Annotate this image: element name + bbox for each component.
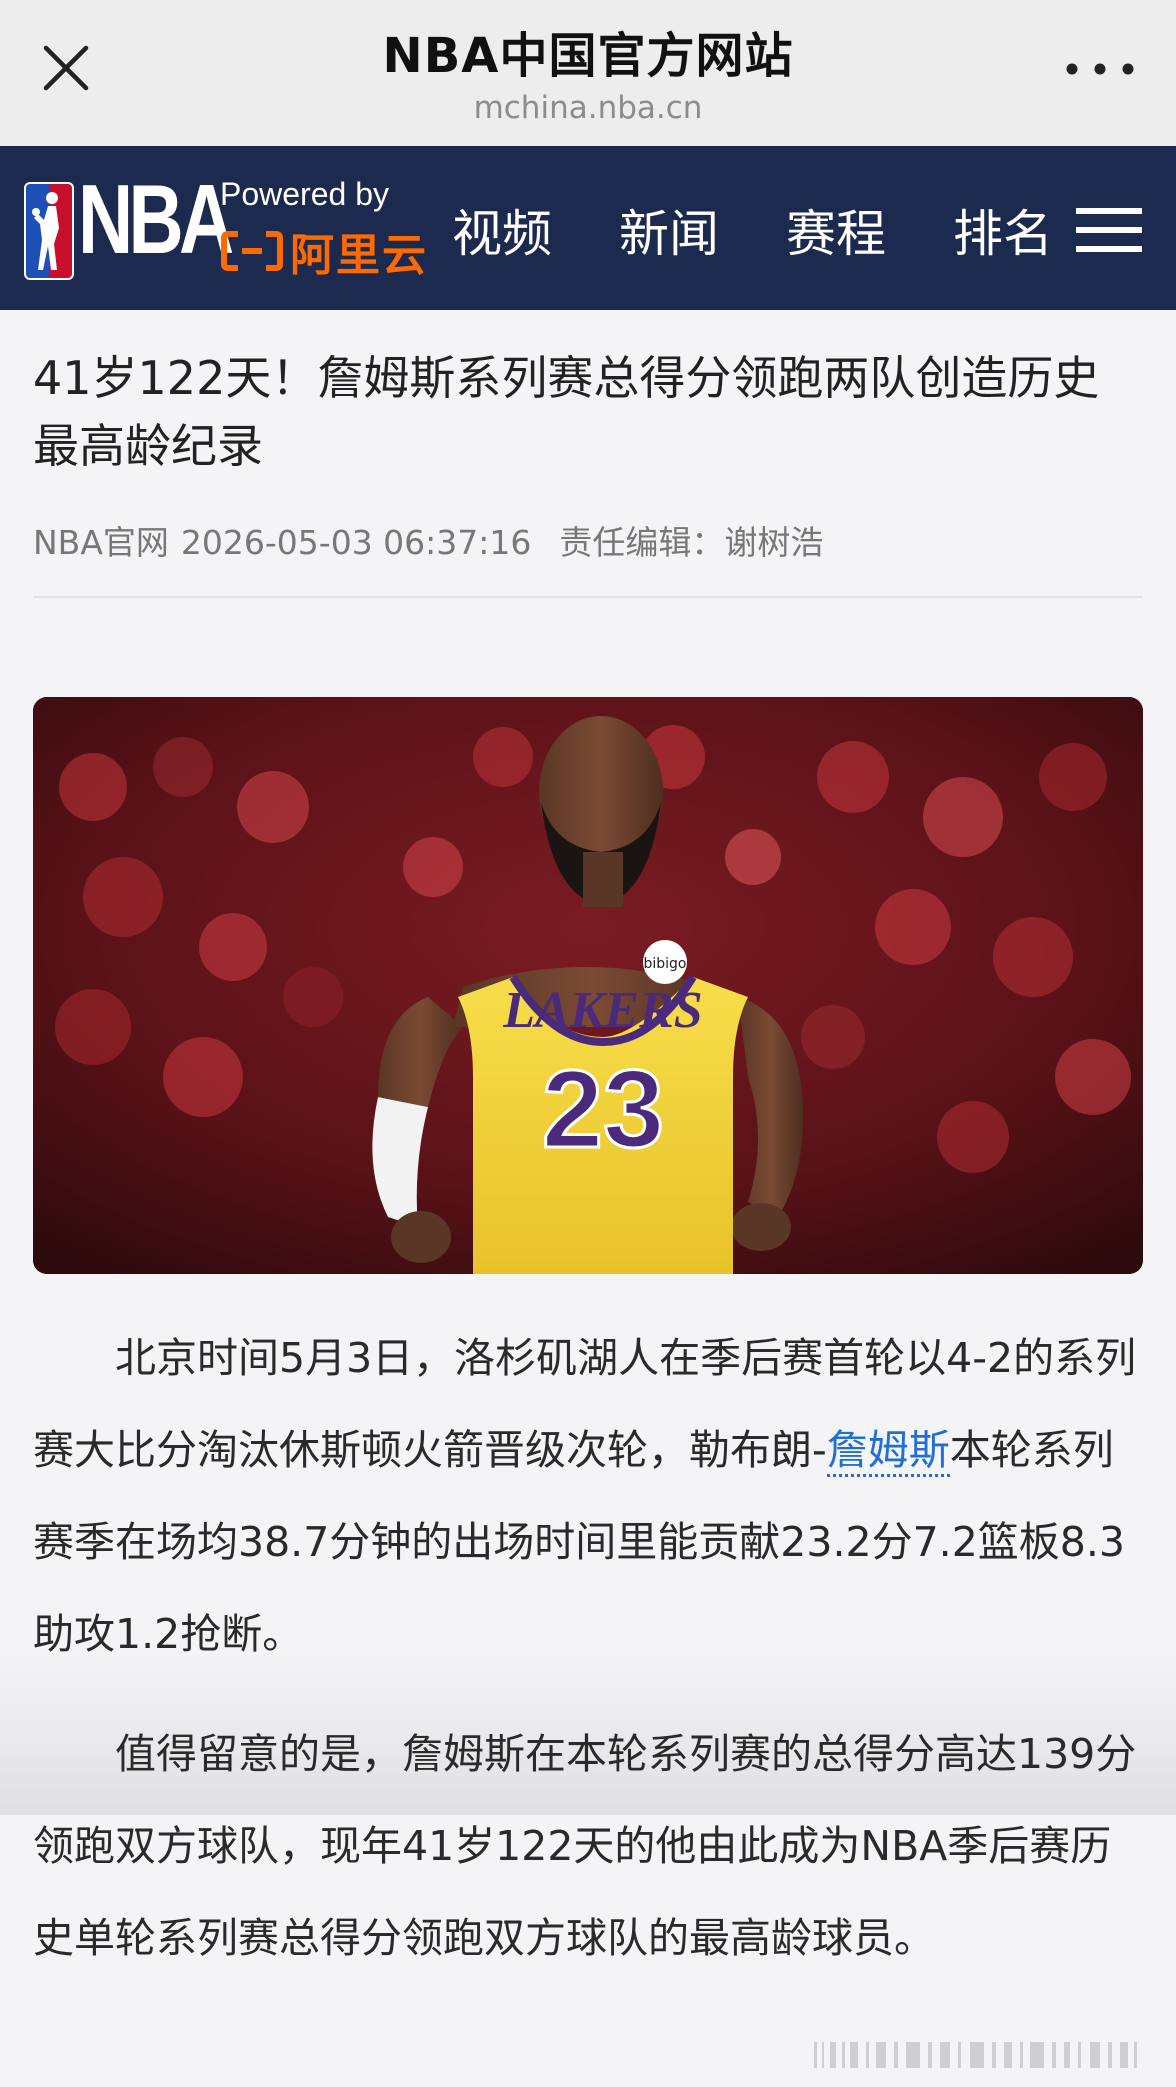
more-options-icon[interactable]: [1060, 44, 1140, 94]
nba-logo-text: NBA: [78, 164, 234, 274]
powered-by-label: Powered by: [220, 176, 389, 212]
watermark-icon: [814, 2042, 1137, 2068]
tab-standings[interactable]: 排名: [953, 194, 1053, 266]
jersey-team-text: LAKERS: [502, 982, 702, 1039]
aliyun-logo-icon: [221, 231, 283, 271]
page-title: NBA中国官方网站: [382, 28, 794, 84]
browser-top-bar: NBA中国官方网站 mchina.nba.cn: [0, 0, 1176, 146]
nba-logo-icon[interactable]: [24, 182, 74, 280]
nba-nav-bar: NBA Powered by 阿里云 视频 新闻 赛程 排名: [0, 146, 1176, 310]
page-url: mchina.nba.cn: [473, 90, 703, 126]
tab-video[interactable]: 视频: [452, 194, 552, 266]
divider: [33, 596, 1143, 598]
article-meta: NBA官网 2026-05-03 06:37:16 责任编辑：谢树浩: [33, 516, 851, 564]
article-datetime: 2026-05-03 06:37:16: [180, 523, 532, 562]
sponsor-logo: 阿里云: [220, 226, 428, 281]
player-link[interactable]: 詹姆斯: [826, 1426, 950, 1477]
nav-tabs: 视频 新闻 赛程 排名: [452, 194, 1120, 266]
article-editor: 责任编辑：谢树浩: [559, 523, 824, 562]
article-paragraph: 值得留意的是，詹姆斯在本轮系列赛的总得分高达139分领跑双方球队，现年41岁12…: [33, 1730, 1137, 1962]
jersey-patch-text: bibigo: [643, 956, 686, 972]
jersey-number-text: 23: [542, 1048, 664, 1171]
hamburger-menu-icon[interactable]: [1074, 204, 1144, 256]
tab-news[interactable]: 新闻: [619, 194, 719, 266]
article-hero-image[interactable]: LAKERS 23 bibigo: [33, 697, 1143, 1274]
tab-schedule[interactable]: 赛程: [786, 194, 886, 266]
sponsor-name: 阿里云: [290, 230, 428, 281]
article-title: 41岁122天！詹姆斯系列赛总得分领跑两队创造历史最高龄纪录: [33, 351, 1100, 473]
article-paragraph: 北京时间5月3日，洛杉矶湖人在季后赛首轮以4-2的系列赛大比分淘汰休斯顿火箭晋级…: [33, 1312, 1145, 1680]
article-source: NBA官网: [33, 523, 169, 562]
